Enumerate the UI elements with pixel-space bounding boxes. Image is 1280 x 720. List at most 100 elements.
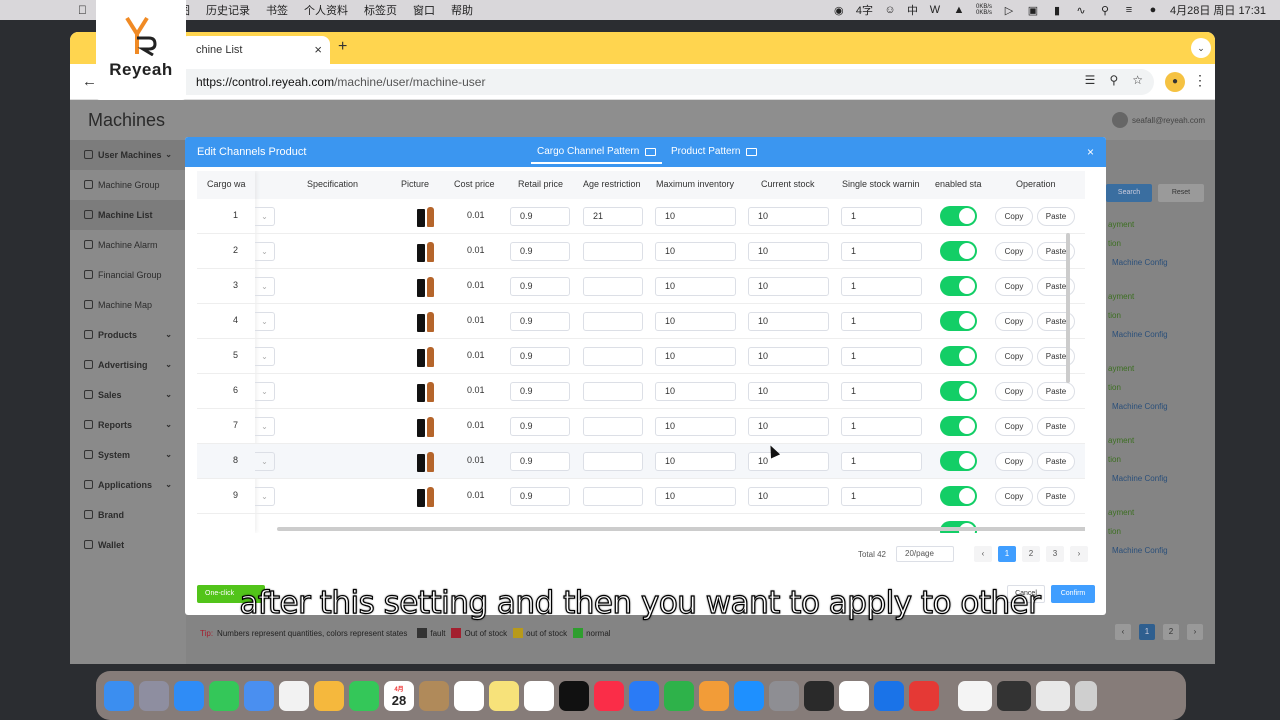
calendar-icon[interactable]: 4月 28 <box>384 680 414 711</box>
background-link[interactable]: ayment <box>1108 508 1134 517</box>
age-restriction-input[interactable] <box>583 417 643 436</box>
retail-price-input[interactable]: 0.9 <box>510 277 570 296</box>
tab-product-pattern[interactable]: Product Pattern <box>671 146 758 157</box>
maximum-inventory-input[interactable]: 10 <box>655 382 736 401</box>
enabled-toggle[interactable] <box>940 311 977 331</box>
stock-warning-input[interactable]: 1 <box>841 207 922 226</box>
stock-warning-input[interactable]: 1 <box>841 277 922 296</box>
retail-price-input[interactable]: 0.9 <box>510 242 570 261</box>
copy-button[interactable]: Copy <box>995 487 1033 506</box>
avatar[interactable] <box>1111 112 1128 128</box>
age-restriction-input[interactable] <box>583 487 643 506</box>
copy-button[interactable]: Copy <box>995 347 1033 366</box>
sidebar-item-machine-list[interactable]: Machine List <box>70 200 186 230</box>
background-link[interactable]: ayment <box>1108 220 1134 229</box>
sidebar-item-user-machines[interactable]: User Machines ⌄ <box>70 140 186 170</box>
spotlight-icon[interactable]: ⚲ <box>1098 4 1112 17</box>
enabled-toggle[interactable] <box>940 346 977 366</box>
safari-icon[interactable] <box>174 680 204 711</box>
background-link[interactable]: ayment <box>1108 292 1134 301</box>
copy-button[interactable]: Copy <box>995 277 1033 296</box>
paste-button[interactable]: Paste <box>1037 207 1075 226</box>
next-page-icon[interactable]: › <box>1070 546 1088 562</box>
retail-price-input[interactable]: 0.9 <box>510 312 570 331</box>
page-3[interactable]: 3 <box>1046 546 1064 562</box>
enabled-toggle[interactable] <box>940 206 977 226</box>
tab-search-icon[interactable]: ⌄ <box>1191 38 1211 58</box>
sidebar-item-system[interactable]: System ⌄ <box>70 440 186 470</box>
translate-icon[interactable]: ☰ <box>1085 73 1096 87</box>
battery-icon[interactable]: ▮ <box>1050 4 1064 17</box>
maximum-inventory-input[interactable]: 10 <box>655 277 736 296</box>
wechat-icon[interactable]: ▲ <box>952 4 966 16</box>
lark-icon[interactable] <box>874 680 904 711</box>
maximum-inventory-input[interactable]: 10 <box>655 487 736 506</box>
current-stock-input[interactable]: 10 <box>748 417 829 436</box>
enabled-toggle[interactable] <box>940 276 977 296</box>
age-restriction-input[interactable] <box>583 452 643 471</box>
menu-item-window[interactable]: 窗口 <box>413 2 435 18</box>
paste-button[interactable]: Paste <box>1037 452 1075 471</box>
retail-price-input[interactable]: 0.9 <box>510 382 570 401</box>
enabled-toggle[interactable] <box>940 451 977 471</box>
copy-button[interactable]: Copy <box>995 207 1033 226</box>
menu-item-profile[interactable]: 个人资料 <box>304 2 348 18</box>
maximum-inventory-input[interactable]: 10 <box>655 452 736 471</box>
retail-price-input[interactable]: 0.9 <box>510 417 570 436</box>
specification-select[interactable]: ⌄ <box>255 382 275 401</box>
specification-select[interactable]: ⌄ <box>255 347 275 366</box>
numbers-icon[interactable] <box>664 680 694 711</box>
input-lang-label[interactable]: 中 <box>907 2 918 18</box>
appstore-icon[interactable] <box>734 680 764 711</box>
specification-select[interactable]: ⌄ <box>255 312 275 331</box>
background-link[interactable]: Machine Config <box>1112 474 1168 483</box>
profile-icon[interactable]: ● <box>1165 72 1185 92</box>
background-link[interactable]: Machine Config <box>1112 546 1168 555</box>
sidebar-item-sales[interactable]: Sales ⌄ <box>70 380 186 410</box>
stock-warning-input[interactable]: 1 <box>841 312 922 331</box>
header-user[interactable]: seafall@reyeah.com <box>1111 112 1205 128</box>
notes-icon[interactable] <box>489 680 519 711</box>
enabled-toggle[interactable] <box>940 416 977 436</box>
paste-button[interactable]: Paste <box>1037 487 1075 506</box>
current-stock-input[interactable]: 10 <box>748 207 829 226</box>
retail-price-input[interactable]: 0.9 <box>510 487 570 506</box>
copy-button[interactable]: Copy <box>995 382 1033 401</box>
record-icon[interactable]: ◉ <box>832 4 846 17</box>
background-link[interactable]: tion <box>1108 455 1121 464</box>
age-restriction-input[interactable] <box>583 277 643 296</box>
paste-button[interactable]: Paste <box>1037 417 1075 436</box>
retail-price-input[interactable]: 0.9 <box>510 452 570 471</box>
menu-item-history[interactable]: 历史记录 <box>206 2 250 18</box>
current-stock-input[interactable]: 10 <box>748 347 829 366</box>
settings-icon[interactable] <box>769 680 799 711</box>
current-stock-input[interactable]: 10 <box>748 242 829 261</box>
specification-select[interactable]: ⌄ <box>255 487 275 506</box>
background-link[interactable]: tion <box>1108 527 1121 536</box>
freeform-icon[interactable] <box>524 680 554 711</box>
page-2[interactable]: 2 <box>1022 546 1040 562</box>
input-method-label[interactable]: 4字 <box>856 2 873 18</box>
copy-button[interactable]: Copy <box>995 417 1033 436</box>
tab-close-icon[interactable]: × <box>314 42 322 57</box>
age-restriction-input[interactable] <box>583 242 643 261</box>
page-1[interactable]: 1 <box>998 546 1016 562</box>
menu-item-help[interactable]: 帮助 <box>451 2 473 18</box>
play-icon[interactable]: ▷ <box>1002 4 1016 17</box>
sidebar-item-products[interactable]: Products ⌄ <box>70 320 186 350</box>
stock-warning-input[interactable]: 1 <box>841 242 922 261</box>
maximum-inventory-input[interactable]: 10 <box>655 242 736 261</box>
current-stock-input[interactable]: 10 <box>748 312 829 331</box>
sidebar-item-machine-group[interactable]: Machine Group <box>70 170 186 200</box>
current-stock-input[interactable]: 10 <box>748 277 829 296</box>
menu-item-bookmarks[interactable]: 书签 <box>266 2 288 18</box>
sidebar-item-wallet[interactable]: Wallet <box>70 530 186 560</box>
bg-next-icon[interactable]: › <box>1187 624 1203 640</box>
stock-warning-input[interactable]: 1 <box>841 452 922 471</box>
specification-select[interactable]: ⌄ <box>255 207 275 226</box>
retail-price-input[interactable]: 0.9 <box>510 207 570 226</box>
maximum-inventory-input[interactable]: 10 <box>655 417 736 436</box>
maximum-inventory-input[interactable]: 10 <box>655 347 736 366</box>
trash-icon[interactable] <box>1075 680 1097 711</box>
copy-button[interactable]: Copy <box>995 312 1033 331</box>
